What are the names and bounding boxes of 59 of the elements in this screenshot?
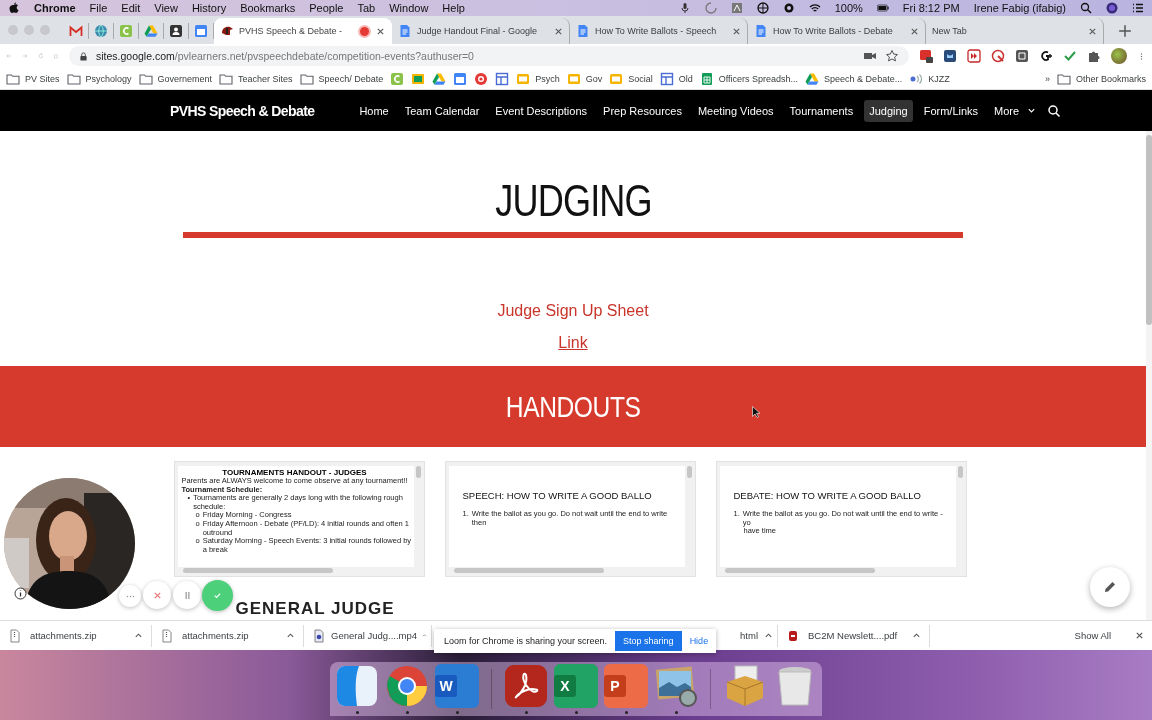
nav-link[interactable]: Form/Links bbox=[918, 99, 984, 122]
bookmark[interactable]: KJZZ bbox=[909, 71, 950, 86]
presentation-app-icon[interactable]: P bbox=[604, 664, 648, 708]
address-bar[interactable]: sites.google.com/pvlearners.net/pvspeechdebate/competition-events?authuser=0 bbox=[69, 46, 909, 66]
menubar-clock[interactable]: Fri 8:12 PM bbox=[902, 2, 960, 14]
browser-tab[interactable]: PVHS Speech & Debate - bbox=[214, 18, 392, 44]
bookmark[interactable]: Old bbox=[659, 71, 693, 86]
menu-item[interactable]: View bbox=[154, 2, 178, 14]
more-bookmarks[interactable]: » bbox=[1044, 73, 1050, 84]
signup-link[interactable]: Link bbox=[558, 334, 588, 352]
bookmark[interactable]: Psychology bbox=[66, 71, 132, 86]
nav-link[interactable]: Tournaments bbox=[784, 99, 859, 122]
nav-link[interactable]: Judging bbox=[864, 99, 913, 122]
menu-item[interactable]: History bbox=[191, 2, 227, 14]
app-menu[interactable]: Chrome bbox=[34, 2, 76, 14]
menu-item[interactable]: Window bbox=[389, 2, 429, 14]
bookmark[interactable]: Teacher Sites bbox=[219, 71, 293, 86]
show-all-button[interactable]: Show All bbox=[1068, 629, 1117, 642]
bookmark[interactable]: Speech/ Debate bbox=[299, 71, 384, 86]
battery-percent: 100% bbox=[834, 2, 863, 14]
nav-link[interactable]: Meeting Videos bbox=[692, 99, 779, 122]
document-title: DEBATE: HOW TO WRITE A GOOD BALLO bbox=[733, 490, 922, 501]
download-item[interactable]: attachments.zip bbox=[152, 624, 304, 647]
spreadsheet-app-icon[interactable]: X bbox=[554, 664, 598, 708]
bookmark[interactable]: PV Sites bbox=[6, 71, 60, 86]
bookmark[interactable]: Speech & Debate... bbox=[805, 71, 903, 86]
download-item[interactable]: BC2M Newslett....pdf bbox=[778, 624, 930, 647]
nav-link[interactable]: Team Calendar bbox=[399, 99, 485, 122]
bookmark[interactable]: Gov bbox=[566, 71, 603, 86]
download-item[interactable]: html bbox=[718, 624, 778, 647]
nav-link[interactable]: Prep Resources bbox=[598, 99, 687, 122]
stop-sharing-button[interactable]: Stop sharing bbox=[615, 631, 682, 651]
menu-item[interactable]: Edit bbox=[121, 2, 141, 14]
hide-button[interactable]: Hide bbox=[689, 636, 709, 646]
document-title: TOURNAMENTS HANDOUT - JUDGES bbox=[221, 468, 368, 477]
bookmark[interactable]: Officers Spreadsh... bbox=[699, 71, 799, 86]
page-heading: JUDGING bbox=[494, 175, 652, 227]
menu-item[interactable]: Help bbox=[442, 2, 465, 14]
bookmark[interactable]: Governement bbox=[138, 71, 213, 86]
signup-heading: Judge Sign Up Sheet bbox=[497, 302, 649, 320]
menu-item[interactable]: People bbox=[309, 2, 344, 14]
nav-link[interactable]: More bbox=[989, 99, 1042, 122]
menu-item[interactable]: Bookmarks bbox=[240, 2, 296, 14]
menu-item[interactable]: Tab bbox=[357, 2, 376, 14]
word-processor-icon[interactable]: W bbox=[435, 664, 479, 708]
section-heading: HANDOUTS bbox=[505, 389, 641, 424]
user-name[interactable]: Irene Fabig (ifabig) bbox=[973, 2, 1066, 14]
nav-link[interactable]: Event Descriptions bbox=[490, 99, 593, 122]
document-title: SPEECH: HOW TO WRITE A GOOD BALLO bbox=[462, 490, 653, 501]
download-item[interactable]: General Judg....mp4 bbox=[304, 624, 432, 647]
section-heading: GENERAL JUDGE bbox=[234, 599, 395, 619]
nav-link[interactable]: Home bbox=[354, 99, 394, 122]
bookmark[interactable]: Other Bookmarks bbox=[1056, 71, 1146, 86]
bookmark[interactable]: Social bbox=[609, 71, 653, 86]
menu-item[interactable]: File bbox=[89, 2, 108, 14]
download-item[interactable]: attachments.zip bbox=[0, 624, 152, 647]
sharing-message: Loom for Chrome is sharing your screen. bbox=[444, 636, 608, 646]
site-title[interactable]: PVHS Speech & Debate bbox=[170, 102, 315, 119]
bookmark[interactable]: Psych bbox=[516, 71, 560, 86]
